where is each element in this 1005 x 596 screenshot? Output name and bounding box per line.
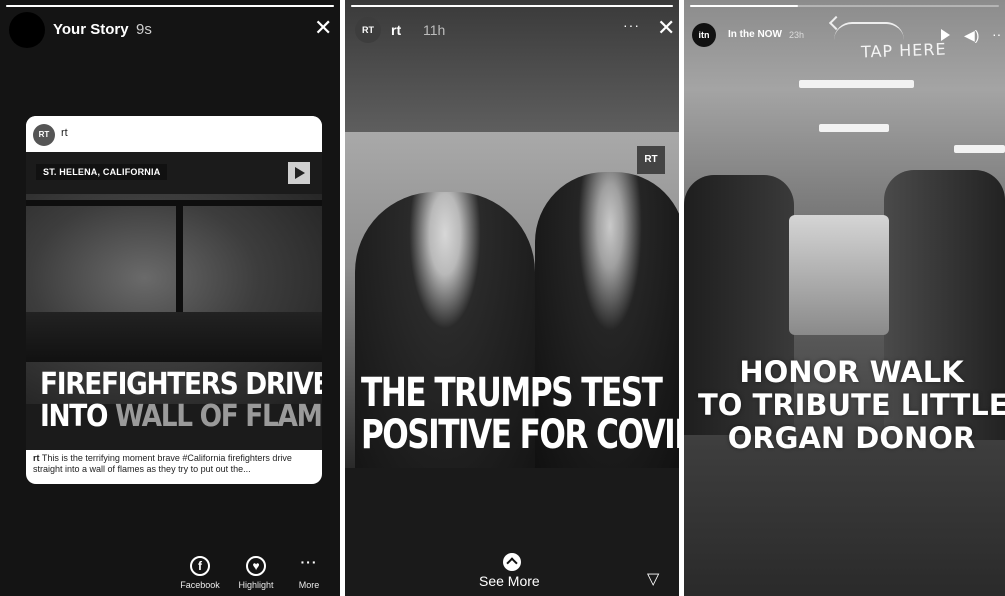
ceiling-light	[799, 80, 914, 88]
post-account-name[interactable]: rt	[61, 127, 68, 139]
chevron-up-icon[interactable]	[503, 553, 521, 571]
more-button[interactable]: ··· More	[279, 554, 339, 590]
story-progress-bar	[351, 5, 673, 7]
highlight-button[interactable]: ♥ Highlight	[226, 556, 286, 590]
story-username[interactable]: rt	[391, 22, 401, 38]
caption-account: rt	[33, 453, 40, 463]
story-progress-bar	[690, 5, 999, 7]
tap-here-annotation: TAP HERE	[860, 39, 947, 62]
post-header: RT rt	[26, 116, 322, 152]
hospital-bed	[789, 215, 889, 335]
itn-logo-icon[interactable]: itn	[692, 23, 716, 47]
location-tag: ST. HELENA, CALIFORNIA	[36, 164, 168, 180]
send-icon[interactable]: ▽	[647, 569, 659, 589]
story-progress-fill	[6, 5, 334, 7]
headline-line-1: THE TRUMPS TEST	[361, 370, 663, 416]
heart-icon: ♥	[246, 556, 266, 576]
volume-icon[interactable]: ◀)	[964, 27, 979, 44]
action-label: More	[298, 580, 320, 590]
action-label: Facebook	[180, 580, 220, 590]
close-icon[interactable]: ✕	[657, 17, 675, 39]
share-facebook-button[interactable]: f Facebook	[170, 556, 230, 590]
play-icon[interactable]	[941, 29, 950, 41]
rt-logo-icon[interactable]: RT	[355, 17, 381, 43]
facebook-icon: f	[190, 556, 210, 576]
curved-arrow-icon	[834, 22, 904, 40]
story-panel-your-story[interactable]: Your Story 9s ✕ RT rt ST. HELENA, CALIFO…	[0, 0, 340, 596]
headline-line-2: POSITIVE FOR COVID	[361, 412, 679, 458]
more-options-icon[interactable]: ···	[623, 17, 640, 33]
dashboard	[26, 312, 322, 362]
windshield-pillar	[176, 200, 183, 320]
story-timestamp: 11h	[423, 22, 446, 38]
post-headline: FIREFIGHTERS DRIVE INTO WALL OF FLAMES	[40, 367, 322, 434]
post-video[interactable]: ST. HELENA, CALIFORNIA FIREFIGHTERS DRIV…	[26, 152, 322, 450]
headline-line-2: TO TRIBUTE LITTLE	[698, 388, 1005, 422]
story-headline: HONOR WALK TO TRIBUTE LITTLE ORGAN DONOR	[698, 356, 1005, 455]
story-panel-in-the-now[interactable]: itn In the NOW 23h TAP HERE ◀) ·· HONOR …	[684, 0, 1005, 596]
headline-line-3: ORGAN DONOR	[727, 421, 976, 455]
story-timestamp: 23h	[789, 30, 805, 40]
story-progress-fill	[351, 5, 673, 7]
ceiling-light	[954, 145, 1005, 153]
story-headline: THE TRUMPS TEST POSITIVE FOR COVID	[361, 370, 679, 458]
headline-line-2-b: WALL OF FLAMES	[114, 399, 322, 434]
shared-post-card[interactable]: RT rt ST. HELENA, CALIFORNIA FIREFIGHTER…	[26, 116, 322, 484]
story-timestamp: 9s	[136, 21, 152, 38]
windshield-frame	[26, 200, 322, 320]
more-icon: ···	[300, 554, 318, 570]
headline-line-1: HONOR WALK	[739, 355, 964, 389]
action-label: Highlight	[238, 580, 274, 590]
story-panel-rt[interactable]: RT rt 11h ··· ✕ RT THE TRUMPS TEST POSIT…	[345, 0, 679, 596]
story-username[interactable]: Your Story	[53, 21, 129, 38]
post-caption: rt This is the terrifying moment brave #…	[33, 453, 317, 475]
story-progress-bar	[6, 5, 334, 7]
close-icon[interactable]: ✕	[314, 17, 332, 39]
rt-logo-icon: RT	[33, 124, 55, 146]
see-more-button[interactable]: See More	[479, 573, 540, 589]
headline-line-2-a: INTO	[40, 399, 108, 434]
more-options-icon[interactable]: ··	[992, 26, 1001, 42]
story-progress-fill	[690, 5, 799, 7]
story-username[interactable]: In the NOW	[728, 29, 782, 40]
ceiling-light	[819, 124, 889, 132]
caption-text: This is the terrifying moment brave #Cal…	[33, 453, 292, 474]
headline-line-1: FIREFIGHTERS DRIVE	[40, 367, 322, 402]
play-icon[interactable]	[288, 162, 310, 184]
headline-line-2: INTO WALL OF FLAMES	[40, 399, 322, 434]
avatar[interactable]	[9, 12, 45, 48]
rt-watermark-icon: RT	[637, 146, 665, 174]
